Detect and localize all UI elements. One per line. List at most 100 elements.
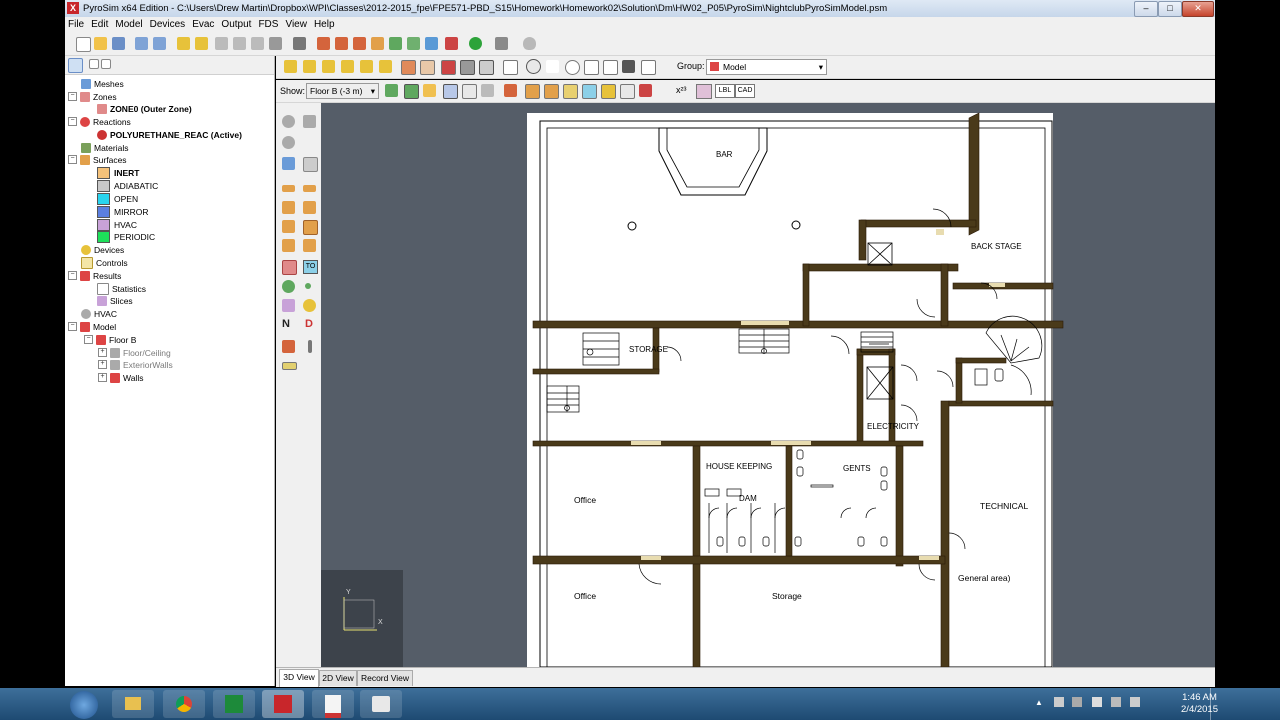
paint-icon[interactable] bbox=[504, 84, 517, 97]
highlight-icon[interactable] bbox=[423, 84, 436, 97]
labels-button[interactable]: LBL bbox=[715, 84, 735, 98]
tree-item-results[interactable]: − Results bbox=[68, 269, 121, 282]
taskbar-pyrosim[interactable] bbox=[262, 690, 304, 718]
pan-tool-icon[interactable] bbox=[282, 115, 295, 128]
save-icon[interactable] bbox=[112, 37, 125, 50]
menu-output[interactable]: Output bbox=[218, 17, 255, 30]
tree-item-mirror[interactable]: MIRROR bbox=[97, 205, 148, 218]
menu-model[interactable]: Model bbox=[112, 17, 146, 30]
view-reset-icon[interactable] bbox=[284, 60, 297, 73]
hidden-view-icon[interactable] bbox=[479, 60, 494, 75]
zoom-fit-icon[interactable] bbox=[641, 60, 656, 75]
model-canvas[interactable]: BAR BACK STAGE STORAGE ELECTRICITY HOUSE… bbox=[321, 103, 1215, 667]
tree-item-periodic[interactable]: PERIODIC bbox=[97, 230, 155, 243]
view-left-icon[interactable] bbox=[341, 60, 354, 73]
show-particles-icon[interactable] bbox=[620, 84, 635, 99]
tree-item-adiabatic[interactable]: ADIABATIC bbox=[97, 179, 158, 192]
zoom-box-icon[interactable] bbox=[622, 60, 635, 73]
walk-tool-icon[interactable] bbox=[282, 136, 295, 149]
collapse-icon[interactable]: − bbox=[84, 335, 93, 344]
export-icon[interactable] bbox=[153, 37, 166, 50]
collapse-icon[interactable]: − bbox=[68, 92, 77, 101]
slice-tool-icon[interactable] bbox=[282, 299, 295, 312]
show-vents-icon[interactable] bbox=[563, 84, 578, 99]
tree-item-exterior-walls[interactable]: + ExteriorWalls bbox=[98, 358, 173, 371]
object-tool-icon[interactable] bbox=[317, 37, 330, 50]
menu-file[interactable]: File bbox=[65, 17, 88, 30]
floor-image-icon[interactable] bbox=[404, 84, 419, 99]
expand-all-icon[interactable] bbox=[101, 59, 111, 69]
point-tool-icon[interactable] bbox=[305, 283, 311, 289]
hole-draw-icon[interactable] bbox=[303, 220, 318, 235]
slab-tool-icon[interactable] bbox=[282, 185, 295, 192]
tree-item-hvac[interactable]: HVAC bbox=[81, 307, 117, 320]
menu-help[interactable]: Help bbox=[311, 17, 339, 30]
collapse-icon[interactable]: − bbox=[68, 271, 77, 280]
wire-view-icon[interactable] bbox=[460, 60, 475, 75]
record-icon[interactable] bbox=[495, 37, 508, 50]
floor-tool-icon[interactable] bbox=[385, 84, 398, 97]
measure-tool-icon[interactable] bbox=[425, 37, 438, 50]
texture-view-icon[interactable] bbox=[441, 60, 456, 75]
tray-security-icon[interactable] bbox=[1092, 697, 1102, 707]
close-button[interactable]: ✕ bbox=[1182, 1, 1214, 17]
tab-2d-view[interactable]: 2D View bbox=[319, 670, 357, 686]
show-desktop-button[interactable] bbox=[1210, 688, 1219, 720]
new-file-icon[interactable] bbox=[76, 37, 91, 52]
door-tool-icon[interactable]: D bbox=[305, 318, 313, 330]
rotate-icon[interactable] bbox=[481, 84, 494, 97]
device-tool-icon[interactable] bbox=[407, 37, 420, 50]
view-right-icon[interactable] bbox=[379, 60, 392, 73]
menu-edit[interactable]: Edit bbox=[88, 17, 112, 30]
fly-icon[interactable] bbox=[603, 60, 618, 75]
tree-item-slices[interactable]: Slices bbox=[97, 294, 133, 307]
view-front-icon[interactable] bbox=[322, 60, 335, 73]
tree-item-meshes[interactable]: Meshes bbox=[81, 77, 124, 90]
tray-volume-icon[interactable] bbox=[1130, 697, 1140, 707]
delete-icon[interactable] bbox=[269, 37, 282, 50]
device-draw-icon[interactable] bbox=[303, 299, 316, 312]
menu-fds[interactable]: FDS bbox=[255, 17, 282, 30]
tree-item-inert[interactable]: INERT bbox=[97, 166, 140, 179]
expand-icon[interactable]: + bbox=[98, 373, 107, 382]
tree-item-surfaces[interactable]: − Surfaces bbox=[68, 153, 127, 166]
run-simulation-icon[interactable] bbox=[469, 37, 482, 50]
roof-tool-icon[interactable] bbox=[303, 239, 316, 252]
paste-icon[interactable] bbox=[251, 37, 264, 50]
import-icon[interactable] bbox=[135, 37, 148, 50]
taskbar-chrome[interactable] bbox=[163, 690, 205, 718]
zone-tool-icon[interactable] bbox=[282, 260, 297, 275]
wall-tool-icon[interactable] bbox=[353, 37, 366, 50]
taskbar-pdf[interactable] bbox=[312, 690, 354, 718]
tree-item-model[interactable]: − Model bbox=[68, 320, 116, 333]
tab-record-view[interactable]: Record View bbox=[357, 670, 413, 686]
wall-draw-icon[interactable] bbox=[282, 201, 295, 214]
open-folder-icon[interactable] bbox=[94, 37, 107, 50]
copy-icon[interactable] bbox=[233, 37, 246, 50]
minimize-button[interactable]: – bbox=[1134, 1, 1158, 17]
vent-draw-icon[interactable] bbox=[282, 280, 295, 293]
tree-item-polyurethane-reac[interactable]: POLYURETHANE_REAC (Active) bbox=[97, 128, 242, 141]
to-tool-icon[interactable]: TO bbox=[303, 260, 318, 274]
rotate-tool-icon[interactable] bbox=[303, 115, 316, 128]
redo-icon[interactable] bbox=[195, 37, 208, 50]
outline-view-icon[interactable] bbox=[420, 60, 435, 75]
tray-arrow-icon[interactable]: ▲ bbox=[1035, 698, 1043, 707]
tray-app-icon[interactable] bbox=[1072, 697, 1082, 707]
view-top-icon[interactable] bbox=[303, 60, 316, 73]
cut-icon[interactable] bbox=[215, 37, 228, 50]
start-button[interactable] bbox=[70, 691, 98, 719]
paint-tool-icon[interactable] bbox=[282, 340, 295, 353]
snap-grid-icon[interactable] bbox=[443, 84, 458, 99]
eyedropper-icon[interactable] bbox=[308, 340, 312, 353]
show-zones-icon[interactable] bbox=[639, 84, 652, 97]
wall-split-icon[interactable] bbox=[303, 201, 316, 214]
north-tool-icon[interactable]: N bbox=[282, 318, 290, 330]
roam-icon[interactable] bbox=[584, 60, 599, 75]
tree-item-devices[interactable]: Devices bbox=[81, 243, 124, 256]
snap-point-icon[interactable] bbox=[462, 84, 477, 99]
group-tool-icon[interactable] bbox=[335, 37, 348, 50]
floor-select[interactable]: Floor B (-3 m) ▾ bbox=[306, 83, 379, 99]
pan-icon[interactable] bbox=[546, 60, 559, 73]
stair-tool-icon[interactable] bbox=[282, 239, 295, 252]
